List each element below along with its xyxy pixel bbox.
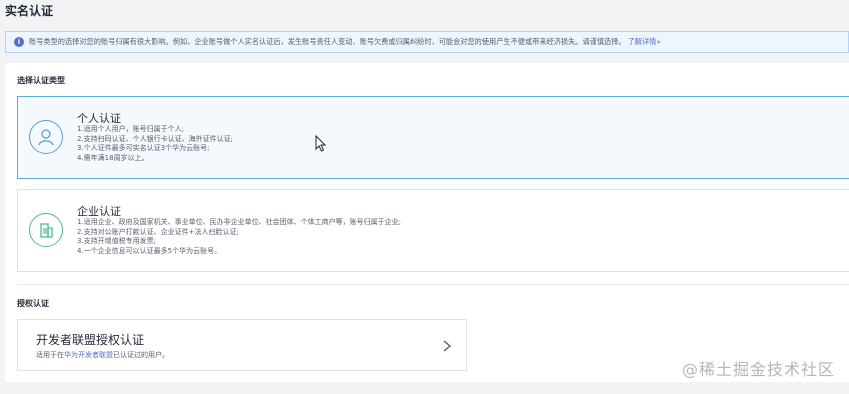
developer-alliance-auth-card[interactable]: 开发者联盟授权认证 适用于在华为开发者联盟已认证过的用户。 [17, 319, 467, 371]
auth-card-title: 开发者联盟授权认证 [36, 333, 145, 347]
auth-section-label: 授权认证 [17, 299, 49, 308]
personal-line: 3.个人证件最多可实名认证3个华为云账号; [77, 144, 210, 153]
type-section-label: 选择认证类型 [17, 76, 65, 85]
developer-alliance-link[interactable]: 华为开发者联盟 [64, 351, 113, 359]
enterprise-line: 4.一个企业信息可以认证最多5个华为云账号。 [77, 246, 222, 255]
auth-desc-prefix: 适用于在 [36, 351, 64, 359]
notice-text: 账号类型的选择对您的账号归属有很大影响。例如，企业账号做个人实名认证后，发生账号… [29, 37, 626, 46]
enterprise-card-title: 企业认证 [77, 205, 121, 218]
notice-banner: i 账号类型的选择对您的账号归属有很大影响。例如，企业账号做个人实名认证后，发生… [5, 31, 849, 53]
person-icon [29, 120, 63, 154]
mouse-cursor-icon [315, 135, 327, 152]
watermark: @稀土掘金技术社区 [681, 360, 835, 379]
enterprise-auth-card[interactable]: 企业认证 1.适用企业、政府及国家机关、事业单位、民办非企业单位、社会团体、个体… [17, 189, 849, 272]
personal-line: 2.支持扫码认证、个人银行卡认证、海外证件认证; [77, 134, 234, 143]
personal-line: 4.需年满18周岁以上。 [77, 153, 149, 162]
enterprise-card-description: 1.适用企业、政府及国家机关、事业单位、民办非企业单位、社会团体、个体工商户等，… [77, 218, 401, 256]
auth-card-description: 适用于在华为开发者联盟已认证过的用户。 [36, 350, 169, 360]
personal-card-title: 个人认证 [77, 112, 121, 125]
building-icon [29, 213, 63, 247]
enterprise-line: 1.适用企业、政府及国家机关、事业单位、民办非企业单位、社会团体、个体工商户等，… [77, 218, 402, 226]
section-divider [17, 284, 849, 285]
personal-auth-card[interactable]: 个人认证 1.适用个人用户，账号归属于个人; 2.支持扫码认证、个人银行卡认证、… [17, 96, 849, 179]
chevron-right-icon [443, 340, 452, 352]
enterprise-line: 3.支持开增值税专用发票; [77, 237, 157, 246]
personal-line: 1.适用个人用户，账号归属于个人; [77, 125, 185, 133]
learn-more-link[interactable]: 了解详情» [628, 37, 661, 47]
page-title: 实名认证 [5, 4, 54, 18]
main-panel: 选择认证类型 个人认证 1.适用个人用户，账号归属于个人; 2.支持扫码认证、个… [5, 63, 849, 382]
info-icon: i [14, 37, 24, 47]
auth-desc-suffix: 已认证过的用户。 [113, 351, 169, 359]
personal-card-description: 1.适用个人用户，账号归属于个人; 2.支持扫码认证、个人银行卡认证、海外证件认… [77, 125, 233, 163]
enterprise-line: 2.支持对公账户打款认证、企业证件+法人扫脸认证; [77, 227, 239, 236]
